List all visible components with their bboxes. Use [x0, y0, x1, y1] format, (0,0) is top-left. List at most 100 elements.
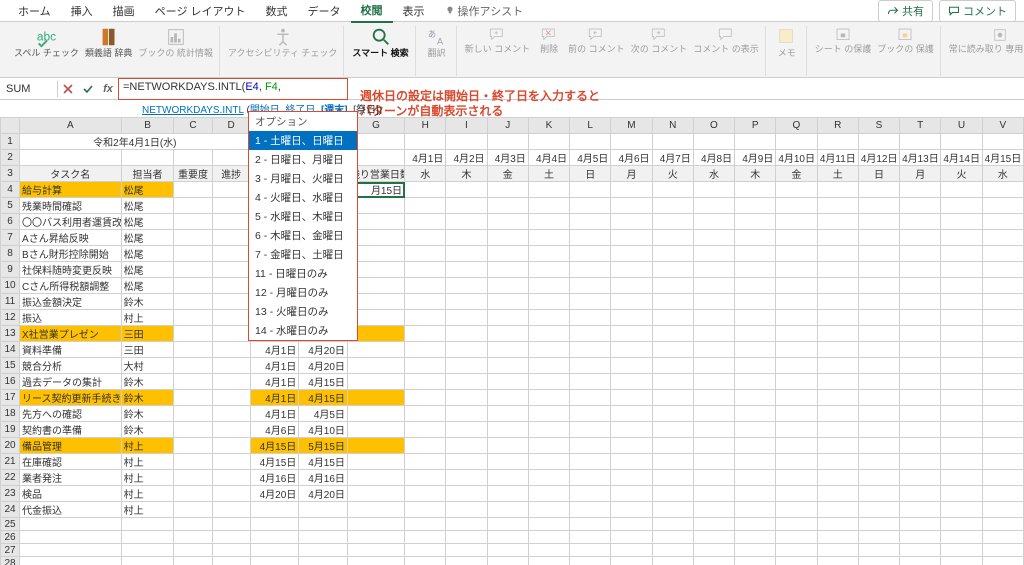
cell[interactable] — [174, 310, 212, 326]
cell[interactable]: 松尾 — [121, 182, 174, 198]
cell[interactable] — [570, 531, 611, 544]
cell[interactable]: 4月15日 — [982, 150, 1023, 166]
cell[interactable] — [735, 358, 776, 374]
tab-view[interactable]: 表示 — [393, 0, 435, 22]
formula-input[interactable]: =NETWORKDAYS.INTL(E4, F4, — [118, 78, 348, 100]
cell[interactable]: 〇〇バス利用者運賃改正 — [20, 214, 122, 230]
next-comment-button[interactable]: 次の コメント — [631, 26, 688, 55]
cell[interactable] — [652, 326, 693, 342]
cell[interactable] — [611, 531, 652, 544]
cell[interactable] — [174, 246, 212, 262]
cell[interactable] — [212, 262, 250, 278]
cell[interactable]: 月 — [900, 166, 941, 182]
row-header[interactable]: 7 — [1, 230, 20, 246]
cell[interactable] — [900, 438, 941, 454]
cell[interactable] — [570, 502, 611, 518]
cell[interactable] — [487, 502, 528, 518]
cell[interactable] — [652, 230, 693, 246]
cell[interactable] — [174, 198, 212, 214]
cell[interactable]: 土 — [817, 166, 858, 182]
cell[interactable] — [528, 390, 569, 406]
cell[interactable]: 残業時間確認 — [20, 198, 122, 214]
cell[interactable] — [446, 294, 487, 310]
cell[interactable]: 松尾 — [121, 278, 174, 294]
cell[interactable] — [982, 214, 1023, 230]
cell[interactable] — [941, 531, 982, 544]
cell[interactable]: 給与計算 — [20, 182, 122, 198]
cell[interactable] — [446, 134, 487, 150]
cell[interactable]: 4月20日 — [299, 358, 348, 374]
cell[interactable] — [212, 557, 250, 565]
cell[interactable] — [900, 531, 941, 544]
cell[interactable] — [570, 438, 611, 454]
cell[interactable] — [941, 486, 982, 502]
row-header[interactable]: 2 — [1, 150, 20, 166]
cell[interactable] — [982, 358, 1023, 374]
cell[interactable] — [528, 502, 569, 518]
cell[interactable]: 重要度 — [174, 166, 212, 182]
cell[interactable] — [652, 182, 693, 198]
cell[interactable] — [735, 454, 776, 470]
cell[interactable] — [528, 198, 569, 214]
cell[interactable] — [347, 438, 404, 454]
cell[interactable] — [941, 326, 982, 342]
cell[interactable] — [693, 406, 734, 422]
protect-workbook-button[interactable]: ブックの 保護 — [877, 26, 934, 55]
cell[interactable] — [982, 262, 1023, 278]
cell[interactable] — [982, 374, 1023, 390]
cell[interactable] — [776, 134, 817, 150]
cell[interactable] — [693, 422, 734, 438]
cell[interactable] — [858, 278, 899, 294]
cell[interactable] — [693, 326, 734, 342]
cell[interactable] — [900, 294, 941, 310]
cell[interactable] — [652, 518, 693, 531]
cell[interactable]: 木 — [446, 166, 487, 182]
cell[interactable] — [570, 246, 611, 262]
cell[interactable] — [900, 310, 941, 326]
cell[interactable] — [174, 390, 212, 406]
tab-home[interactable]: ホーム — [8, 0, 61, 22]
protect-sheet-button[interactable]: シート の保護 — [815, 26, 872, 55]
cell[interactable]: 4月15日 — [250, 454, 299, 470]
row-header[interactable]: 25 — [1, 518, 20, 531]
cell[interactable] — [611, 406, 652, 422]
cell[interactable]: 4月5日 — [570, 150, 611, 166]
cell[interactable] — [570, 310, 611, 326]
cell[interactable] — [528, 294, 569, 310]
cell[interactable] — [446, 198, 487, 214]
cell[interactable] — [735, 262, 776, 278]
cell[interactable]: 4月20日 — [299, 486, 348, 502]
cell[interactable] — [817, 358, 858, 374]
cell[interactable] — [858, 294, 899, 310]
cell[interactable] — [487, 214, 528, 230]
cell[interactable] — [611, 198, 652, 214]
cell[interactable] — [735, 246, 776, 262]
cell[interactable] — [817, 262, 858, 278]
cell[interactable] — [858, 134, 899, 150]
cell[interactable] — [652, 390, 693, 406]
cell[interactable] — [347, 422, 404, 438]
cell[interactable] — [405, 454, 446, 470]
cell[interactable] — [941, 422, 982, 438]
cell[interactable] — [817, 422, 858, 438]
cell[interactable] — [693, 390, 734, 406]
cell[interactable] — [446, 518, 487, 531]
cell[interactable] — [693, 294, 734, 310]
cell[interactable] — [405, 182, 446, 198]
fx-button[interactable]: fx — [98, 79, 118, 99]
cell[interactable]: 火 — [941, 166, 982, 182]
cell[interactable] — [900, 544, 941, 557]
cell[interactable] — [611, 326, 652, 342]
cell[interactable] — [982, 406, 1023, 422]
cell[interactable] — [693, 518, 734, 531]
cell[interactable] — [776, 358, 817, 374]
cell[interactable]: 4月1日 — [405, 150, 446, 166]
cell[interactable] — [528, 486, 569, 502]
row-header[interactable]: 19 — [1, 422, 20, 438]
cell[interactable]: 4月15日 — [299, 454, 348, 470]
name-box[interactable]: SUM — [0, 81, 58, 97]
cell[interactable] — [652, 422, 693, 438]
row-header[interactable]: 6 — [1, 214, 20, 230]
cell[interactable] — [174, 214, 212, 230]
share-button[interactable]: 共有 — [878, 0, 933, 22]
